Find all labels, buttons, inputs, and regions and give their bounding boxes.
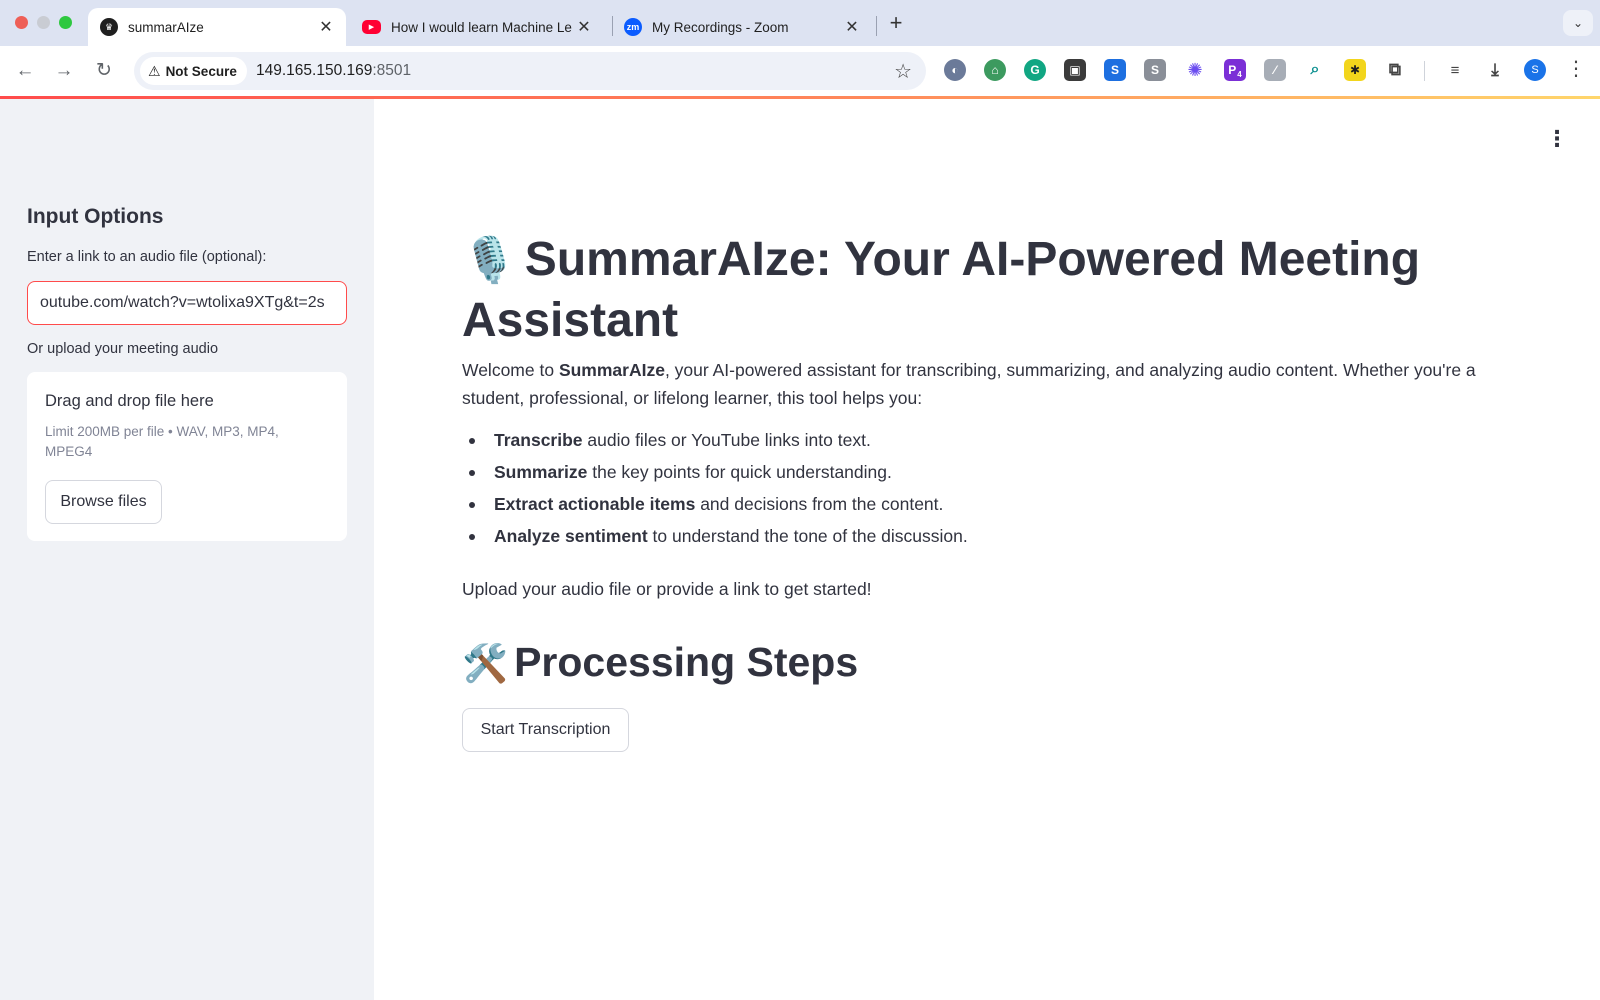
feature-text: and decisions from the content. [695,494,944,514]
feature-text: to understand the tone of the discussion… [647,526,968,546]
grammarly-icon[interactable]: G [1024,59,1046,81]
tab-close-icon[interactable]: ✕ [316,17,336,37]
processing-steps-heading: 🛠️ Processing Steps [462,639,858,686]
tab-title: summarAIze [128,19,204,35]
audio-link-input[interactable] [27,281,347,325]
extension-green-icon[interactable]: ⌂ [984,59,1006,81]
extensions-puzzle-icon[interactable]: ⧉ [1384,59,1406,81]
tab-close-icon[interactable]: ✕ [574,17,594,37]
get-started-text: Upload your audio file or provide a link… [462,579,872,599]
dropzone-title: Drag and drop file here [45,392,214,410]
app-menu-kebab-icon[interactable]: ⋮ [1546,126,1568,152]
security-label: Not Secure [165,63,237,79]
microphone-icon: 🎙️ [462,236,517,285]
window-minimize-button[interactable] [37,16,50,29]
tab-zoom[interactable]: zm My Recordings - Zoom ✕ [612,8,872,46]
list-item: Summarize the key points for quick under… [462,461,1462,493]
extension-badge: 4 [1237,70,1242,79]
feature-list: Transcribe audio files or YouTube links … [462,429,1462,557]
download-icon[interactable]: ⤓ [1484,59,1506,81]
extension-magnifier-icon[interactable]: ⌕ [1304,59,1326,81]
reload-icon[interactable]: ↻ [91,58,117,84]
window-close-button[interactable] [15,16,28,29]
list-item: Transcribe audio files or YouTube links … [462,429,1462,461]
back-arrow-icon[interactable]: ← [12,58,38,84]
processing-steps-text: Processing Steps [514,639,859,685]
address-bar[interactable]: ⚠ Not Secure 149.165.150.169:8501 ☆ [134,52,926,90]
url-host: 149.165.150.169 [256,62,373,79]
upload-label: Or upload your meeting audio [27,341,219,357]
url-port: :8501 [372,62,412,79]
tab-youtube[interactable]: ▶ How I would learn Machine Le ✕ [350,8,604,46]
extension-blue-s-icon[interactable]: S [1104,59,1126,81]
tab-close-icon[interactable]: ✕ [842,17,862,37]
dropzone-limit-text: Limit 200MB per file • WAV, MP3, MP4, MP… [45,424,279,459]
warning-triangle-icon: ⚠ [148,62,161,79]
security-chip[interactable]: ⚠ Not Secure [140,57,247,85]
tools-icon: 🛠️ [462,643,509,684]
url-text[interactable]: 149.165.150.169:8501 [256,62,411,80]
sidebar-title: Input Options [27,205,164,228]
forward-arrow-icon[interactable]: → [51,58,77,84]
page-title-text: SummarAIze: Your AI-Powered Meeting Assi… [462,233,1421,347]
intro-brand: SummarAIze [558,360,665,380]
feature-bold: Summarize [494,462,588,482]
list-item: Extract actionable items and decisions f… [462,493,1462,525]
tab-summaraize[interactable]: ♛ summarAIze ✕ [88,8,346,46]
extension-gray-s-icon[interactable]: S [1144,59,1166,81]
browser-tab-strip: ♛ summarAIze ✕ ▶ How I would learn Machi… [0,0,1600,46]
intro-paragraph: Welcome to SummarAIze, your AI-powered a… [462,356,1502,412]
new-tab-button[interactable]: + [884,10,908,36]
bookmark-star-icon[interactable]: ☆ [894,59,912,84]
feature-bold: Extract actionable items [494,494,696,514]
list-item: Analyze sentiment to understand the tone… [462,525,1462,557]
profile-avatar[interactable]: S [1524,59,1546,81]
zoom-icon: zm [624,18,642,36]
extension-purple-icon[interactable]: P4 [1224,59,1246,81]
browser-menu-kebab-icon[interactable]: ⋮ [1566,56,1586,81]
sidebar: Input Options Enter a link to an audio f… [0,99,374,1000]
extension-sparkle-icon[interactable]: ✺ [1184,59,1206,81]
extension-circle-icon[interactable]: ◐ [944,59,966,81]
extension-yellow-icon[interactable]: ✱ [1344,59,1366,81]
browser-toolbar: ← → ↻ ⚠ Not Secure 149.165.150.169:8501 … [0,46,1600,96]
tab-separator [876,16,877,36]
intro-prefix: Welcome to [462,360,559,380]
window-maximize-button[interactable] [59,16,72,29]
file-dropzone[interactable]: Drag and drop file here Limit 200MB per … [27,372,347,541]
youtube-icon: ▶ [362,20,381,34]
extension-dark-icon[interactable]: ▣ [1064,59,1086,81]
feature-text: the key points for quick understanding. [587,462,892,482]
start-transcription-button[interactable]: Start Transcription [462,708,629,752]
feature-bold: Analyze sentiment [494,526,648,546]
browse-files-button[interactable]: Browse files [45,480,162,524]
extension-pen-icon[interactable]: ⁄ [1264,59,1286,81]
toolbar-separator [1424,61,1425,81]
feature-bold: Transcribe [494,430,583,450]
tab-search-chevron-icon[interactable]: ⌄ [1563,10,1593,36]
audio-link-label: Enter a link to an audio file (optional)… [27,249,267,265]
streamlit-crown-icon: ♛ [100,18,118,36]
tab-title: My Recordings - Zoom [652,19,789,35]
media-queue-icon[interactable]: ≡ [1444,59,1466,81]
tab-title: How I would learn Machine Le [391,19,572,35]
page-title: 🎙️ SummarAIze: Your AI-Powered Meeting As… [462,230,1482,351]
feature-text: audio files or YouTube links into text. [582,430,871,450]
